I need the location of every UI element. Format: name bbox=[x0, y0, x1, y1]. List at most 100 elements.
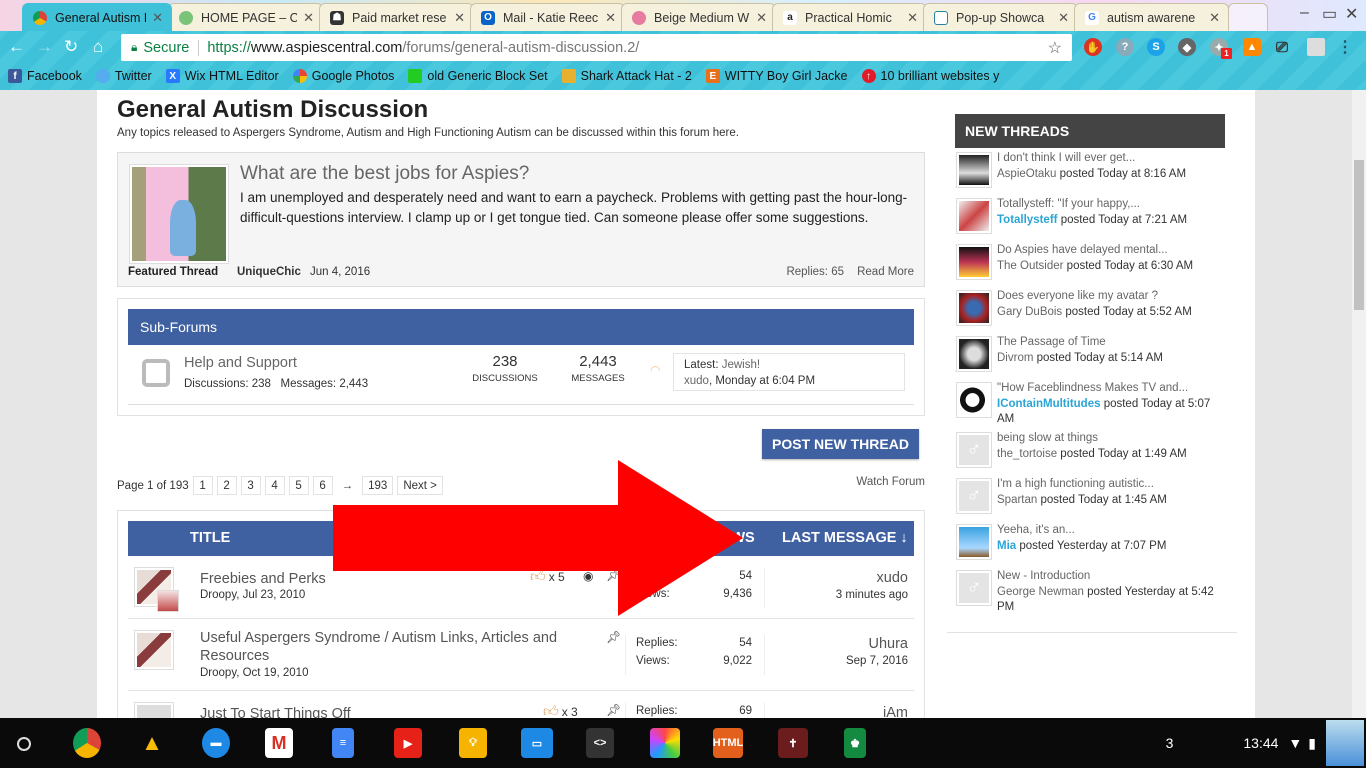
html-editor-icon[interactable]: HTML bbox=[713, 728, 743, 758]
new-thread-title[interactable]: I'm a high functioning autistic... bbox=[997, 478, 1154, 490]
thread-starter-avatar[interactable]: ♂ bbox=[956, 570, 992, 606]
gmail-icon[interactable]: M bbox=[265, 728, 293, 758]
bookmark-twitter[interactable]: Twitter bbox=[95, 69, 152, 83]
tab-home-page[interactable]: HOME PAGE – C ✕ bbox=[168, 3, 323, 31]
caret-editor-icon[interactable]: <> bbox=[586, 728, 614, 758]
thread-starter-avatar[interactable]: ♂ bbox=[956, 432, 992, 468]
rss-icon[interactable]: ◠ bbox=[650, 363, 660, 377]
new-thread-title[interactable]: Yeeha, it's an... bbox=[997, 524, 1075, 536]
home-icon[interactable]: ⌂ bbox=[93, 37, 103, 57]
new-thread-title[interactable]: The Passage of Time bbox=[997, 336, 1106, 348]
read-more-link[interactable]: Read More bbox=[857, 266, 914, 278]
tab-popup-showcase[interactable]: Pop-up Showca ✕ bbox=[923, 3, 1078, 31]
tab-general-autism[interactable]: General Autism D ✕ bbox=[22, 3, 172, 31]
polarr-icon[interactable] bbox=[650, 728, 680, 758]
featured-avatar[interactable] bbox=[129, 164, 229, 264]
youtube-icon[interactable]: ▶ bbox=[394, 728, 422, 758]
tab-beige-medium[interactable]: Beige Medium W ✕ bbox=[621, 3, 776, 31]
new-thread-title[interactable]: Do Aspies have delayed mental... bbox=[997, 244, 1168, 256]
google-docs-icon[interactable]: ≡ bbox=[332, 728, 354, 758]
thread-starter-link[interactable]: Gary DuBois bbox=[997, 306, 1062, 318]
last-message-time[interactable]: 3 minutes ago bbox=[836, 589, 908, 601]
thread-starter-link[interactable]: Divrom bbox=[997, 352, 1033, 364]
last-message-time[interactable]: Sep 7, 2016 bbox=[846, 655, 908, 667]
thread-title[interactable]: Freebies and Perks bbox=[200, 570, 326, 588]
close-tab-icon[interactable]: ✕ bbox=[1209, 10, 1220, 26]
bookmark-wix[interactable]: X Wix HTML Editor bbox=[165, 69, 279, 83]
notification-count[interactable]: 3 bbox=[1166, 735, 1174, 751]
thread-starter-link[interactable]: the_tortoise bbox=[997, 448, 1057, 460]
page-3-link[interactable]: 3 bbox=[240, 476, 261, 495]
adblock-extension-icon[interactable]: ✋ bbox=[1084, 38, 1102, 56]
google-keep-icon[interactable]: 💡︎ bbox=[459, 728, 487, 758]
forward-icon[interactable]: → bbox=[36, 37, 53, 57]
menu-icon[interactable]: ⋮ bbox=[1336, 38, 1354, 56]
close-tab-icon[interactable]: ✕ bbox=[605, 10, 616, 26]
tab-practical-homic[interactable]: a Practical Homic ✕ bbox=[772, 3, 927, 31]
address-bar[interactable]: 🔒︎ Secure https:// www.aspiescentral.com… bbox=[121, 34, 1072, 61]
new-thread-item[interactable]: ♂ I'm a high functioning autistic... Spart… bbox=[955, 474, 1225, 520]
thread-starter-avatar[interactable] bbox=[956, 382, 992, 418]
thread-starter-avatar[interactable] bbox=[956, 152, 992, 188]
chess-app-icon[interactable]: ♚ bbox=[844, 728, 866, 758]
thread-starter-avatar[interactable] bbox=[956, 524, 992, 560]
close-tab-icon[interactable]: ✕ bbox=[152, 10, 163, 26]
shield-extension-icon[interactable]: ◆ bbox=[1178, 38, 1196, 56]
thread-starter-link[interactable]: George Newman bbox=[997, 586, 1084, 598]
new-thread-item[interactable]: ♂ being slow at things the_tortoise posted… bbox=[955, 428, 1225, 474]
bookmark-generic-block[interactable]: old Generic Block Set bbox=[408, 69, 548, 83]
thread-starter-link[interactable]: Mia bbox=[997, 540, 1016, 552]
bookmark-google-photos[interactable]: Google Photos bbox=[292, 69, 394, 83]
page-6-link[interactable]: 6 bbox=[312, 476, 333, 495]
back-icon[interactable]: ← bbox=[8, 37, 25, 57]
system-tray[interactable]: 3 13:44 ▼ ▮ bbox=[1166, 718, 1366, 768]
new-thread-title[interactable]: I don't think I will ever get... bbox=[997, 152, 1135, 164]
tab-autism-awareness[interactable]: G autism awarene ✕ bbox=[1074, 3, 1229, 31]
extension-icon[interactable]: ? bbox=[1116, 38, 1134, 56]
chrome-app-icon[interactable] bbox=[73, 728, 101, 758]
thread-starter-avatar[interactable] bbox=[956, 198, 992, 234]
bookmark-star-icon[interactable]: ☆ bbox=[1048, 38, 1062, 58]
thread-starter-link[interactable]: Totallysteff bbox=[997, 214, 1058, 226]
close-tab-icon[interactable]: ✕ bbox=[907, 10, 918, 26]
page-5-link[interactable]: 5 bbox=[288, 476, 309, 495]
thread-title[interactable]: Just To Start Things Off bbox=[200, 705, 351, 718]
new-thread-item[interactable]: The Passage of Time Divrom posted Today a… bbox=[955, 332, 1225, 378]
new-thread-title[interactable]: Does everyone like my avatar ? bbox=[997, 290, 1158, 302]
post-new-thread-button[interactable]: POST NEW THREAD bbox=[762, 429, 919, 459]
new-thread-item[interactable]: I don't think I will ever get... AspieOta… bbox=[955, 148, 1225, 194]
maximize-icon[interactable]: ▭ bbox=[1322, 4, 1337, 24]
tab-mail[interactable]: O Mail - Katie Reec ✕ bbox=[470, 3, 625, 31]
watch-forum-link[interactable]: Watch Forum bbox=[856, 476, 925, 488]
new-thread-title[interactable]: Totallysteff: "If your happy,... bbox=[997, 198, 1140, 210]
featured-author[interactable]: UniqueChic bbox=[237, 266, 301, 278]
bookmark-brilliant-websites[interactable]: ↑ 10 brilliant websites y bbox=[861, 69, 999, 83]
last-message-user[interactable]: xudo bbox=[836, 570, 908, 586]
column-title[interactable]: TITLE bbox=[190, 530, 230, 546]
thread-starter-link[interactable]: AspieOtaku bbox=[997, 168, 1056, 180]
thread-starter-avatar[interactable]: ♂ bbox=[956, 478, 992, 514]
thread-title[interactable]: Useful Aspergers Syndrome / Autism Links… bbox=[200, 629, 600, 665]
thread-starter-avatar[interactable] bbox=[956, 290, 992, 326]
new-thread-title[interactable]: "How Faceblindness Makes TV and... bbox=[997, 382, 1188, 394]
new-thread-item[interactable]: Yeeha, it's an... Mia posted Yesterday at… bbox=[955, 520, 1225, 566]
page-2-link[interactable]: 2 bbox=[216, 476, 237, 495]
close-tab-icon[interactable]: ✕ bbox=[756, 10, 767, 26]
close-tab-icon[interactable]: ✕ bbox=[454, 10, 465, 26]
thread-avatar[interactable] bbox=[134, 567, 179, 612]
user-avatar[interactable] bbox=[1326, 720, 1364, 766]
new-thread-item[interactable]: Totallysteff: "If your happy,... Totallys… bbox=[955, 194, 1225, 240]
page-1-link[interactable]: 1 bbox=[192, 476, 213, 495]
skype-icon[interactable]: S bbox=[1147, 38, 1165, 56]
featured-thread-title[interactable]: What are the best jobs for Aspies? bbox=[240, 163, 529, 185]
scrollbar-thumb[interactable] bbox=[1354, 160, 1364, 310]
thread-avatar[interactable] bbox=[134, 702, 174, 718]
minimize-icon[interactable]: – bbox=[1300, 4, 1309, 22]
thread-avatar[interactable] bbox=[134, 630, 174, 670]
latest-user-link[interactable]: xudo bbox=[684, 375, 709, 387]
column-last-message[interactable]: LAST MESSAGE ↓ bbox=[782, 530, 908, 546]
tab-paid-market[interactable]: ☗ Paid market rese ✕ bbox=[319, 3, 474, 31]
screen-app-icon[interactable]: ▭ bbox=[521, 728, 553, 758]
thread-starter-link[interactable]: Spartan bbox=[997, 494, 1037, 506]
thread-starter-avatar[interactable] bbox=[956, 336, 992, 372]
